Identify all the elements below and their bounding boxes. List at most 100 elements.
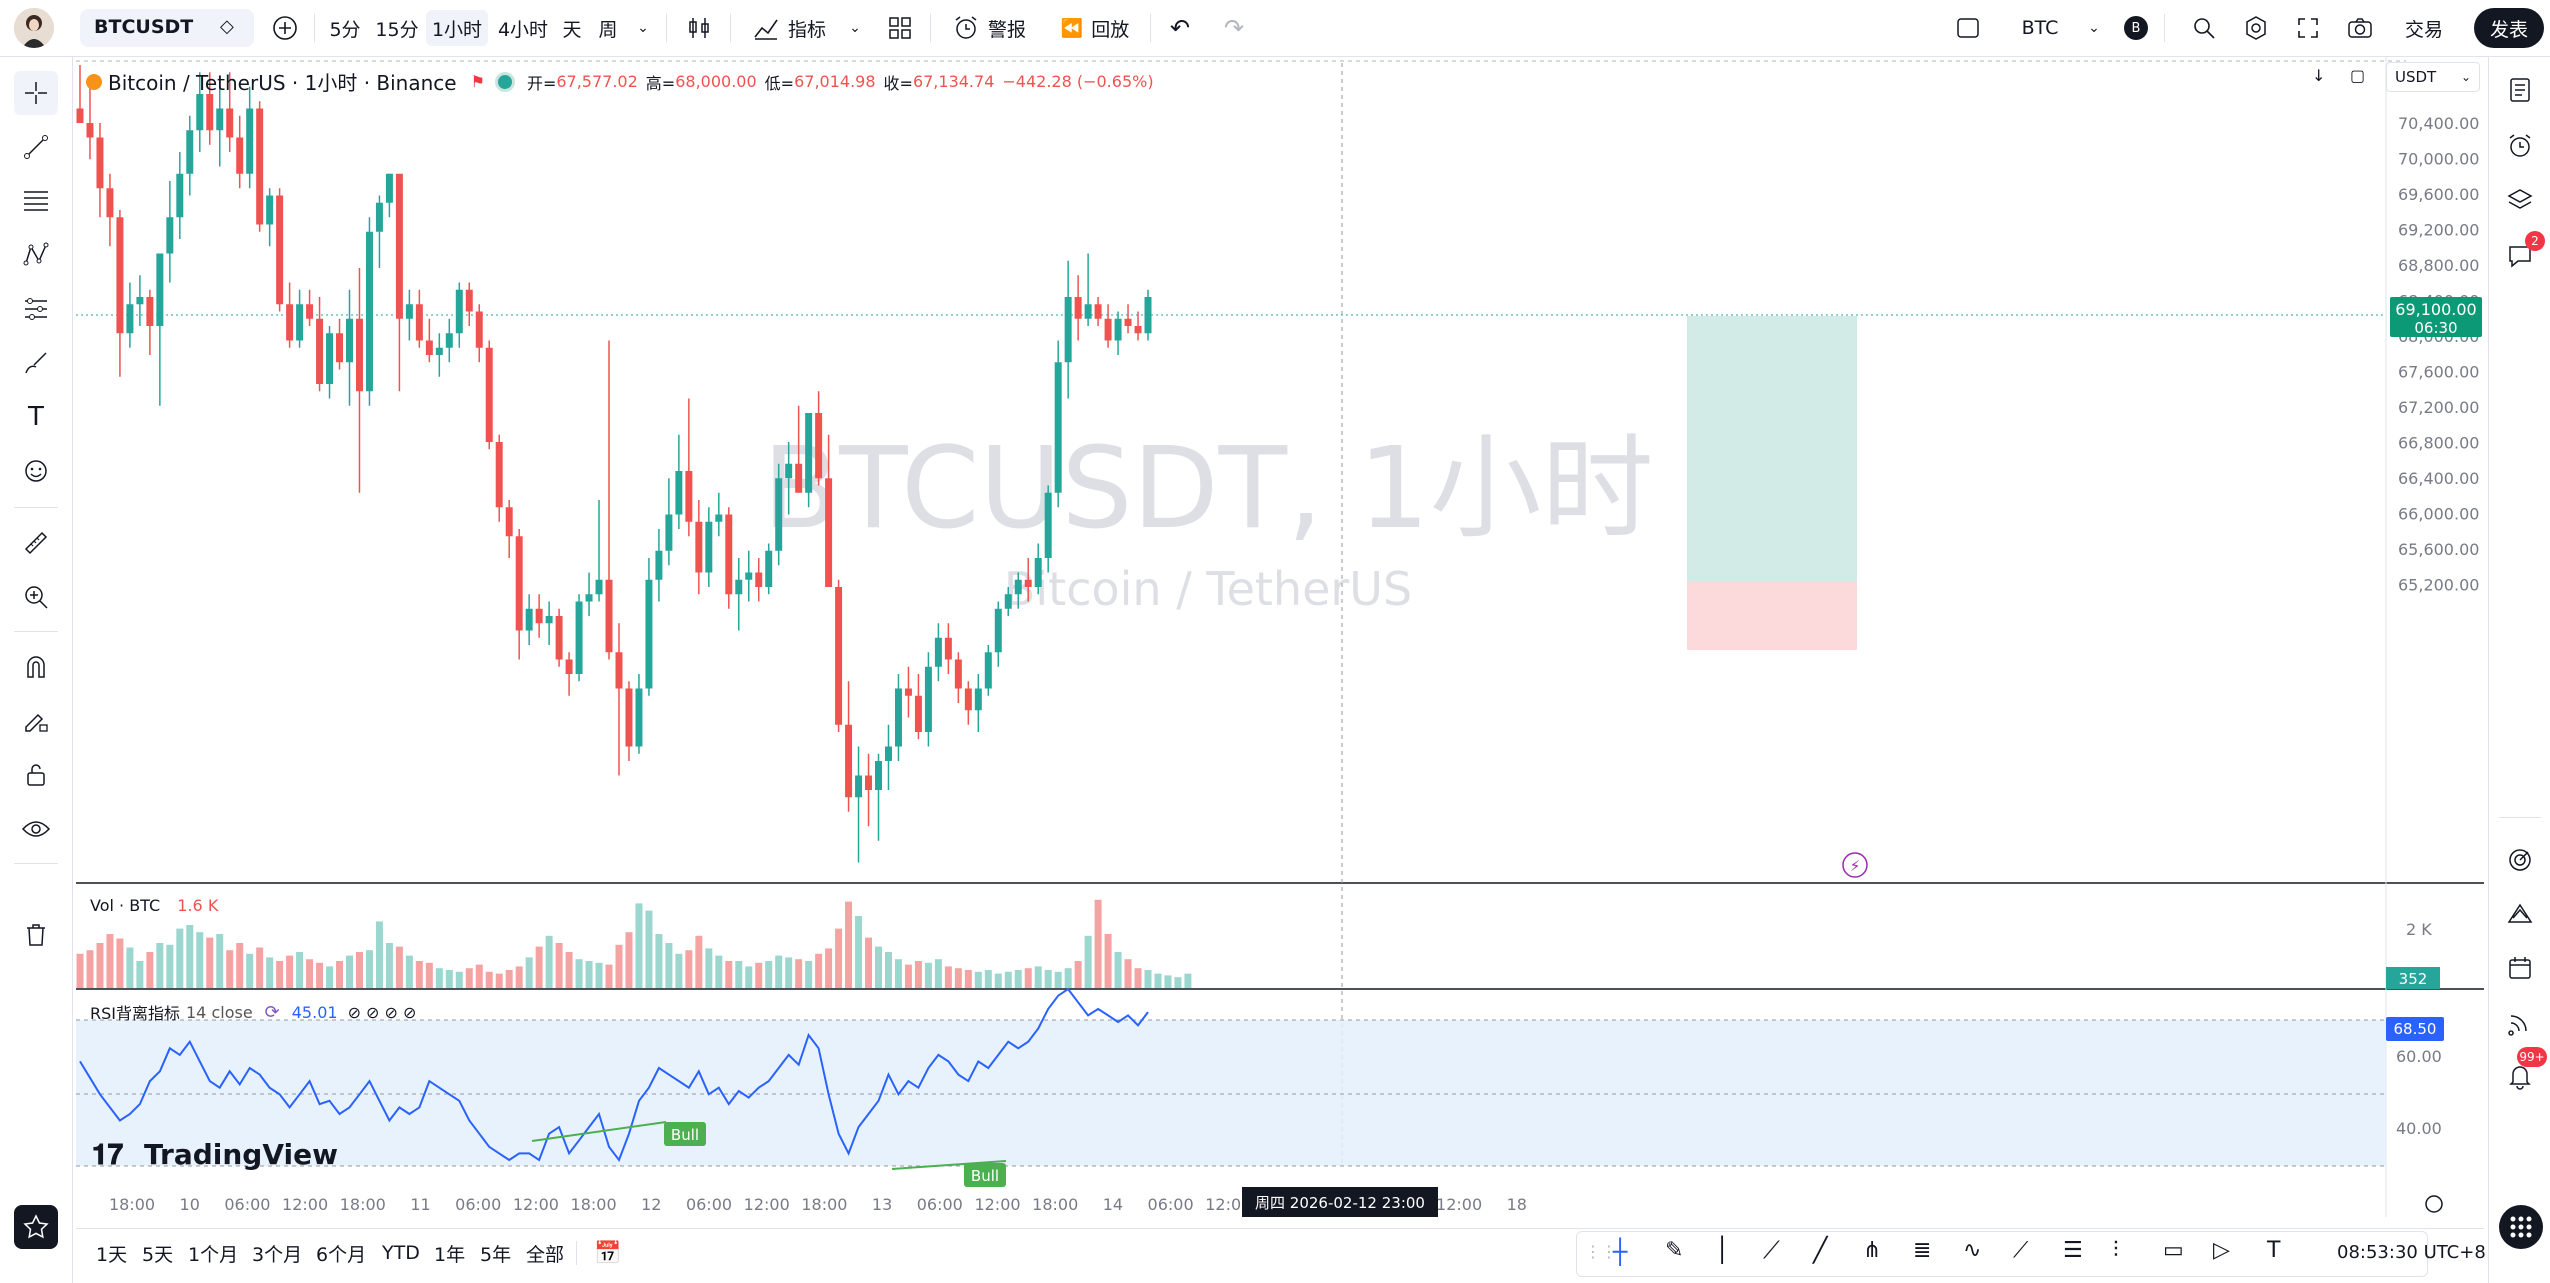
- pitchfork-icon[interactable]: ⋔: [1863, 1238, 1881, 1263]
- trend-line-icon[interactable]: [14, 125, 58, 169]
- elliott-wave-icon[interactable]: ∿: [1963, 1238, 1981, 1263]
- text-tool-icon[interactable]: T: [2267, 1238, 2280, 1263]
- arrow-down-icon[interactable]: ↓: [2312, 66, 2350, 90]
- volume-bar: [116, 938, 124, 988]
- pattern-icon[interactable]: [14, 233, 58, 277]
- rectangle-icon[interactable]: ▭: [2163, 1238, 2184, 1263]
- eye-icon[interactable]: [14, 807, 58, 851]
- volume-bar: [715, 955, 723, 988]
- trend-line-icon[interactable]: ╱: [1813, 1236, 1827, 1264]
- chat-icon[interactable]: 2: [2499, 231, 2545, 277]
- camera-icon[interactable]: [2340, 10, 2380, 46]
- fib-retracement-icon[interactable]: ≣: [1913, 1238, 1931, 1263]
- lock-icon[interactable]: [14, 753, 58, 797]
- crosshair-icon[interactable]: ┼: [1613, 1238, 1627, 1266]
- ruler-icon[interactable]: [14, 521, 58, 565]
- interval-week[interactable]: 周: [592, 10, 624, 46]
- crosshair-icon[interactable]: [14, 71, 58, 115]
- indicators-button[interactable]: 指标: [744, 10, 834, 46]
- brush-icon[interactable]: ✎: [1665, 1238, 1683, 1263]
- diamond-icon[interactable]: ◇: [220, 16, 234, 37]
- zoom-in-icon[interactable]: [14, 575, 58, 619]
- target-icon[interactable]: [2499, 839, 2541, 881]
- star-watchlist-icon[interactable]: [14, 1205, 58, 1249]
- parallel-channel-icon[interactable]: ⫶: [2113, 1238, 2119, 1263]
- price-chart[interactable]: BTCUSDT, 1小时 Bitcoin / TetherUS Bull Bul…: [76, 57, 2484, 1227]
- candle-body: [435, 347, 443, 355]
- axis-settings-icon[interactable]: [2425, 1195, 2443, 1213]
- chevron-down-icon[interactable]: ⌄: [2084, 10, 2104, 46]
- layers-icon[interactable]: [2499, 179, 2541, 221]
- sync-icon[interactable]: ⟳: [265, 1002, 280, 1023]
- square-icon[interactable]: [1948, 10, 1988, 46]
- candle-body: [1104, 318, 1112, 341]
- loss-zone[interactable]: [1687, 582, 1857, 650]
- currency-label[interactable]: BTC: [2010, 10, 2070, 46]
- interval-4h[interactable]: 4小时: [492, 10, 554, 46]
- symbol-search[interactable]: BTCUSDT ◇: [80, 9, 254, 47]
- volume-bar: [455, 971, 463, 988]
- undo-icon[interactable]: ↶: [1160, 10, 1200, 46]
- range-ytd[interactable]: YTD: [382, 1239, 420, 1267]
- interval-5m[interactable]: 5分: [322, 10, 368, 46]
- notification-bell-icon[interactable]: 99+: [2499, 1047, 2547, 1097]
- ideas-icon[interactable]: [2499, 893, 2541, 935]
- flag-icon[interactable]: ⚑: [471, 72, 485, 91]
- alert-button[interactable]: 警报: [944, 10, 1034, 46]
- calendar-goto-icon[interactable]: 📅: [594, 1239, 621, 1267]
- range-1m[interactable]: 1个月: [188, 1239, 238, 1267]
- range-all[interactable]: 全部: [526, 1239, 564, 1267]
- projection-icon[interactable]: ☰: [2063, 1238, 2083, 1263]
- ray-icon[interactable]: ⟋: [1763, 1236, 1780, 1264]
- publish-button[interactable]: 发表: [2474, 8, 2544, 48]
- currency-unit-select[interactable]: USDT ⌄: [2386, 62, 2480, 92]
- projection-icon[interactable]: [14, 287, 58, 331]
- range-1d[interactable]: 1天: [96, 1239, 127, 1267]
- layouts-button[interactable]: [880, 10, 920, 46]
- square-icon[interactable]: ▢: [2350, 66, 2380, 90]
- settings-gear-icon[interactable]: [2236, 10, 2276, 46]
- apps-grid-icon[interactable]: [2499, 1205, 2543, 1249]
- trash-icon[interactable]: [14, 913, 58, 957]
- chart-type-button[interactable]: [676, 10, 722, 46]
- interval-day[interactable]: 天: [556, 10, 588, 46]
- watchlist-icon[interactable]: [2499, 69, 2541, 111]
- text-tool-icon[interactable]: T: [14, 395, 58, 439]
- alarm-clock-icon[interactable]: [2499, 125, 2541, 167]
- candle: [1144, 289, 1152, 341]
- quick-search-icon[interactable]: [2184, 10, 2224, 46]
- fullscreen-icon[interactable]: [2288, 10, 2328, 46]
- range-5y[interactable]: 5年: [480, 1239, 511, 1267]
- brush-icon[interactable]: [14, 341, 58, 385]
- trade-button[interactable]: 交易: [2394, 10, 2454, 46]
- chevron-down-icon[interactable]: ⌄: [840, 10, 870, 46]
- profit-zone[interactable]: [1687, 316, 1857, 582]
- range-5d[interactable]: 5天: [142, 1239, 173, 1267]
- signal-icon[interactable]: [2499, 1001, 2541, 1043]
- candle-body: [1024, 579, 1032, 587]
- pencil-lock-icon[interactable]: [14, 699, 58, 743]
- emoji-icon[interactable]: [14, 449, 58, 493]
- user-avatar[interactable]: [14, 8, 54, 48]
- candle: [964, 681, 972, 725]
- legend-title[interactable]: Bitcoin / TetherUS · 1小时 · Binance: [108, 67, 457, 96]
- chevron-down-icon[interactable]: ⌄: [628, 10, 658, 46]
- magnet-icon[interactable]: [14, 645, 58, 689]
- add-symbol-button[interactable]: [268, 10, 302, 46]
- interval-15m[interactable]: 15分: [370, 10, 424, 46]
- calendar-icon[interactable]: [2499, 947, 2541, 989]
- replay-button[interactable]: ⏪ 回放: [1050, 10, 1140, 46]
- redo-icon[interactable]: ↷: [1214, 10, 1254, 46]
- play-icon[interactable]: ▷: [2213, 1238, 2230, 1263]
- fib-retracement-icon[interactable]: [14, 179, 58, 223]
- volume-bar: [236, 943, 244, 988]
- interval-1h[interactable]: 1小时: [426, 10, 488, 46]
- path-icon[interactable]: ⟋: [2013, 1238, 2028, 1263]
- candle-body: [954, 659, 962, 689]
- range-1y[interactable]: 1年: [434, 1239, 465, 1267]
- range-3m[interactable]: 3个月: [252, 1239, 302, 1267]
- clock-label[interactable]: 08:53:30 UTC+8: [2337, 1242, 2486, 1263]
- range-6m[interactable]: 6个月: [316, 1239, 366, 1267]
- price-axis[interactable]: 70,400.00 70,000.00 69,600.00 69,200.00 68,8…: [2398, 114, 2479, 595]
- vertical-line-icon[interactable]: │: [1715, 1236, 1729, 1264]
